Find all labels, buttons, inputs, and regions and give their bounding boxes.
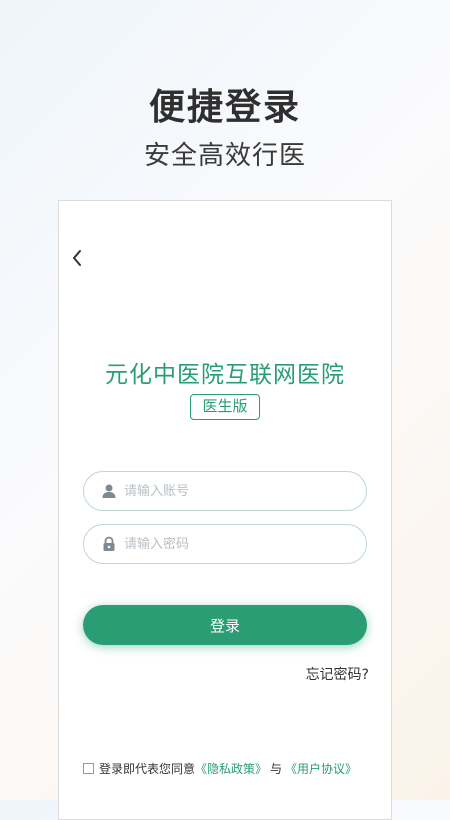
password-field[interactable] <box>83 524 367 564</box>
chevron-left-icon <box>73 250 81 266</box>
agreement-joiner: 与 <box>270 761 283 776</box>
privacy-policy-link[interactable]: 《隐私政策》 <box>195 760 267 777</box>
agreement-prefix: 登录即代表您同意 <box>99 761 196 776</box>
user-agreement-link[interactable]: 《用户协议》 <box>285 760 357 777</box>
password-input[interactable] <box>124 536 344 552</box>
page-subtitle: 安全高效行医 <box>143 141 306 171</box>
account-field[interactable] <box>83 471 367 511</box>
account-input[interactable] <box>124 483 344 499</box>
hospital-name: 元化中医院互联网医院 <box>105 362 345 388</box>
lock-icon <box>100 535 118 553</box>
user-icon <box>100 482 118 500</box>
back-button[interactable] <box>67 247 87 269</box>
agreement-row: 登录即代表您同意 《隐私政策》 与 《用户协议》 <box>83 759 383 777</box>
edition-badge: 医生版 <box>190 394 260 420</box>
login-button[interactable]: 登录 <box>83 605 367 645</box>
forgot-password-link[interactable]: 忘记密码? <box>306 664 369 684</box>
agreement-checkbox[interactable] <box>83 762 94 774</box>
login-card: 元化中医院互联网医院 医生版 登录 忘记密码? 登录即代表您同意 《隐私政策》 … <box>58 200 392 820</box>
page-title: 便捷登录 <box>148 87 301 128</box>
